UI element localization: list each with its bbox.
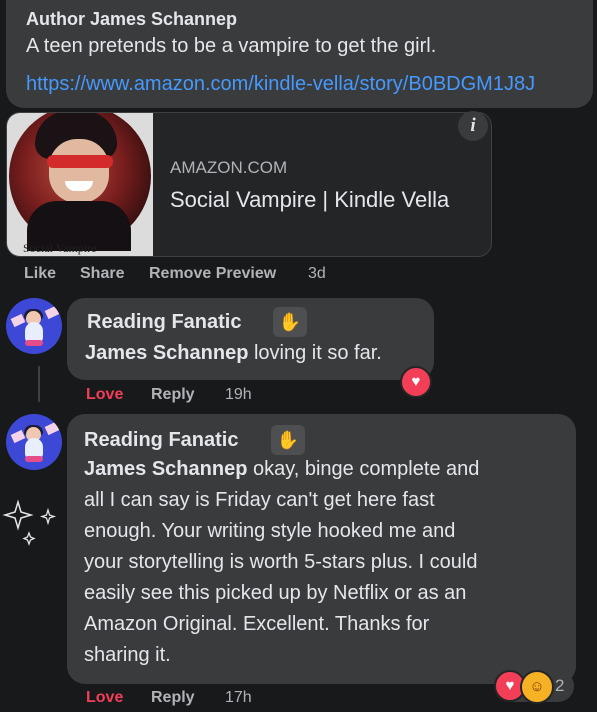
- fan-badge-icon: ✋: [273, 307, 307, 337]
- reaction-count: 2: [555, 676, 565, 695]
- avatar[interactable]: [6, 298, 62, 354]
- thumbnail-label: Social Vampire: [23, 241, 97, 255]
- love-button[interactable]: Love: [86, 386, 123, 404]
- comment-action-row: Love Reply 19h: [86, 386, 286, 406]
- comment-author[interactable]: Reading Fanatic: [84, 429, 238, 452]
- post-author[interactable]: Author James Schannep: [26, 9, 237, 30]
- care-icon: ☺: [520, 670, 554, 704]
- preview-domain: AMAZON.COM: [170, 158, 288, 177]
- reply-button[interactable]: Reply: [151, 386, 195, 404]
- fan-badge-icon: ✋: [271, 425, 305, 455]
- thread-line: [38, 366, 40, 402]
- comment-text: James Schannep loving it so far.: [85, 342, 382, 364]
- post-bubble: Author James Schannep A teen pretends to…: [6, 0, 593, 108]
- like-button[interactable]: Like: [24, 265, 56, 283]
- info-icon[interactable]: i: [458, 111, 488, 141]
- sparkles-icon: [2, 499, 57, 546]
- heart-icon[interactable]: ♥: [400, 366, 432, 398]
- book-cover-image: [9, 113, 151, 251]
- comment-author[interactable]: Reading Fanatic: [87, 311, 241, 334]
- share-button[interactable]: Share: [80, 265, 124, 283]
- avatar[interactable]: [6, 414, 62, 470]
- link-preview-card[interactable]: Social Vampire AMAZON.COM Social Vampire…: [6, 112, 492, 257]
- post-action-row: Like Share Remove Preview 3d: [24, 265, 424, 285]
- remove-preview-button[interactable]: Remove Preview: [149, 265, 276, 283]
- love-button[interactable]: Love: [86, 689, 123, 707]
- reply-button[interactable]: Reply: [151, 689, 195, 707]
- post-text: A teen pretends to be a vampire to get t…: [26, 35, 437, 57]
- comment-action-row: Love Reply 17h: [86, 689, 286, 709]
- mention-link[interactable]: James Schannep: [84, 458, 247, 480]
- comment-timestamp[interactable]: 17h: [225, 689, 252, 707]
- post-timestamp[interactable]: 3d: [308, 265, 326, 283]
- preview-thumbnail: Social Vampire: [7, 113, 153, 256]
- comment-text: James Schannep okay, binge complete and …: [84, 458, 480, 666]
- comment-bubble: Reading Fanatic ✋ James Schannep okay, b…: [67, 414, 576, 684]
- mention-link[interactable]: James Schannep: [85, 342, 248, 364]
- post-link[interactable]: https://www.amazon.com/kindle-vella/stor…: [26, 73, 535, 96]
- preview-title[interactable]: Social Vampire | Kindle Vella: [170, 187, 449, 213]
- comment-bubble: Reading Fanatic ✋ James Schannep loving …: [67, 298, 434, 380]
- comment-timestamp[interactable]: 19h: [225, 386, 252, 404]
